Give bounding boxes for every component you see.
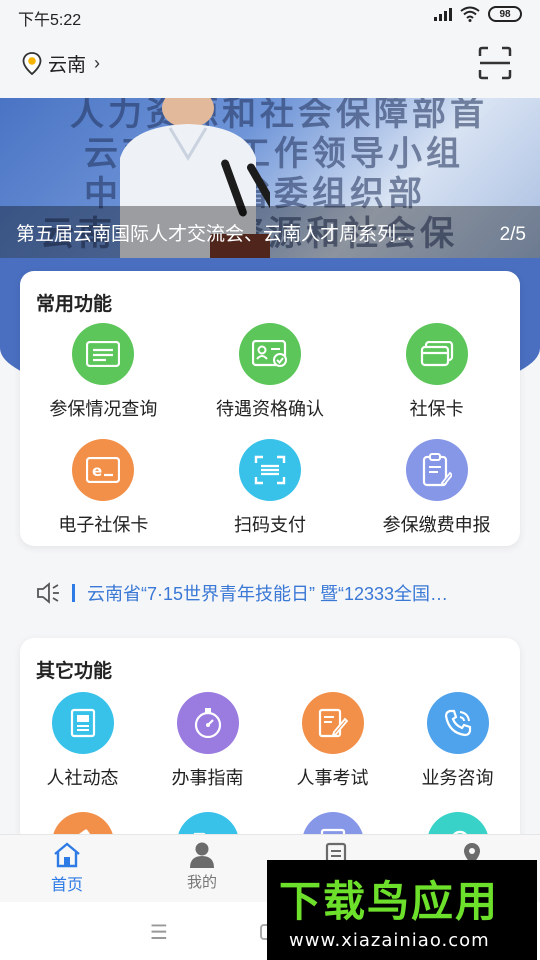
func-e-social-card[interactable]: e 电子社保卡 — [20, 439, 187, 537]
func-scan-pay[interactable]: 扫码支付 — [187, 439, 354, 537]
phone-icon — [426, 692, 489, 754]
func-label: 参保缴费申报 — [382, 515, 491, 535]
func-label: 扫码支付 — [233, 515, 306, 535]
wifi-icon — [460, 6, 480, 22]
nav-mine-label: 我的 — [186, 874, 217, 891]
func-service-guide[interactable]: 办事指南 — [145, 692, 270, 790]
top-header: 云南 › — [0, 34, 540, 98]
func-eligibility-confirm[interactable]: 待遇资格确认 — [187, 323, 354, 421]
status-bar: 下午5:22 98 — [0, 0, 540, 34]
notice-text[interactable]: 云南省“7·15世界青年技能日” 暨“12333全国… — [87, 580, 506, 606]
chevron-right-icon: › — [94, 53, 101, 73]
home-icon — [54, 842, 80, 868]
notice-ticker[interactable]: 云南省“7·15世界青年技能日” 暨“12333全国… — [36, 578, 506, 608]
menu-icon[interactable]: ☰ — [150, 920, 168, 945]
signal-icon — [434, 7, 452, 21]
speaker-icon — [37, 582, 59, 604]
nav-home[interactable]: 首页 — [17, 841, 117, 895]
func-social-card[interactable]: 社保卡 — [353, 323, 520, 421]
location-selector[interactable]: 云南 › — [22, 50, 100, 77]
common-functions-grid: 参保情况查询 待遇资格确认 社保卡 e 电子社保卡 扫码支付 参保缴费申报 — [20, 323, 520, 537]
nav-home-label: 首页 — [50, 877, 83, 894]
status-icons: 98 — [434, 6, 522, 22]
watermark: 下载鸟应用 www.xiazainiao.com — [267, 860, 537, 960]
func-hr-exam[interactable]: 人事考试 — [270, 692, 395, 790]
other-functions-title: 其它功能 — [36, 661, 113, 682]
location-pin-icon — [22, 51, 42, 75]
scan-icon — [238, 439, 301, 501]
func-label: 电子社保卡 — [58, 515, 149, 535]
common-functions-title: 常用功能 — [36, 294, 113, 315]
status-time: 下午5:22 — [18, 12, 82, 29]
func-label: 业务咨询 — [421, 768, 494, 788]
compass-icon — [176, 692, 239, 754]
func-business-consult[interactable]: 业务咨询 — [395, 692, 520, 790]
watermark-url: www.xiazainiao.com — [289, 930, 490, 951]
func-label: 人社动态 — [46, 768, 119, 788]
clipboard-icon — [405, 439, 468, 501]
func-payment-declare[interactable]: 参保缴费申报 — [353, 439, 520, 537]
func-label: 人事考试 — [296, 768, 369, 788]
func-hr-news[interactable]: 人社动态 — [20, 692, 145, 790]
func-label: 社保卡 — [409, 399, 464, 419]
notice-divider — [71, 584, 75, 602]
nav-mine[interactable]: 我的 — [152, 841, 252, 892]
location-label: 云南 — [48, 55, 87, 76]
func-label: 参保情况查询 — [49, 399, 158, 419]
e-card-icon: e — [72, 439, 135, 501]
id-check-icon — [238, 323, 301, 385]
watermark-title: 下载鸟应用 — [279, 877, 500, 926]
exam-icon — [301, 692, 364, 754]
banner-page-indicator: 2/5 — [499, 224, 526, 245]
func-insurance-query[interactable]: 参保情况查询 — [20, 323, 187, 421]
user-icon — [190, 842, 214, 868]
list-card-icon — [72, 323, 135, 385]
card-icon — [405, 323, 468, 385]
func-label: 办事指南 — [171, 768, 244, 788]
banner-caption: 第五届云南国际人才交流会、云南人才周系列… — [16, 224, 416, 245]
svg-text:e: e — [92, 462, 102, 480]
func-label: 待遇资格确认 — [215, 399, 324, 419]
scan-icon[interactable] — [478, 46, 512, 80]
news-icon — [51, 692, 114, 754]
news-banner[interactable]: 人力资源和社会保障部首 云南人才工作领导小组 中共云南省委组织部 云南省人力资源… — [0, 98, 540, 258]
battery-indicator: 98 — [488, 6, 522, 22]
common-functions-card: 常用功能 参保情况查询 待遇资格确认 社保卡 e 电子社保卡 扫码支付 参保缴费… — [20, 271, 520, 546]
